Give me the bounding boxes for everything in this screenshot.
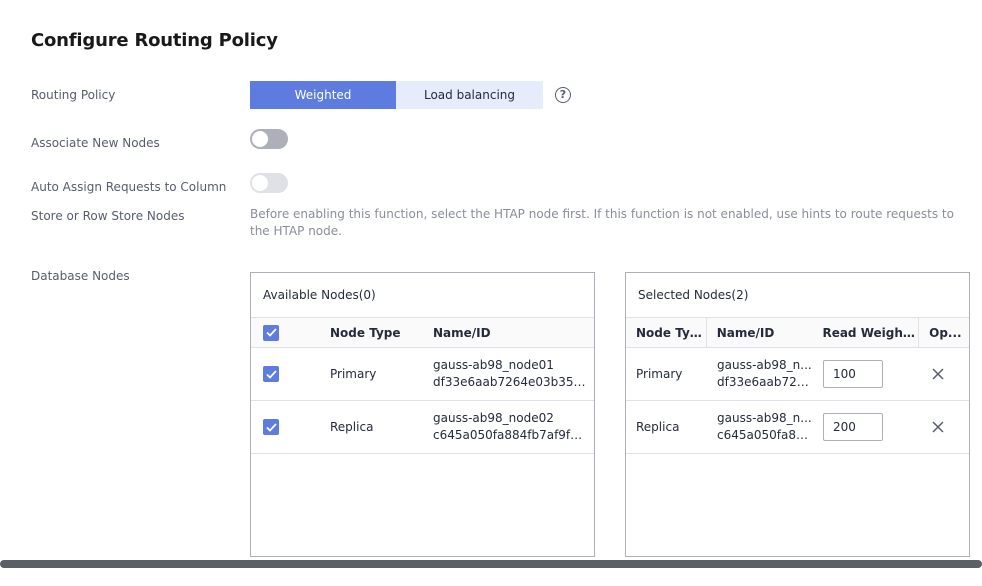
table-row[interactable]: Primary gauss-ab98_n... df33e6aab726... (626, 348, 969, 401)
checkmark-icon (265, 328, 277, 337)
node-type: Primary (636, 367, 683, 381)
checkmark-icon (265, 422, 277, 432)
node-id: c645a050fa884fb7af9f5de... (433, 428, 587, 442)
close-icon[interactable] (931, 420, 945, 434)
toggle-knob (252, 131, 268, 147)
node-id: df33e6aab7264e03b3591... (433, 375, 587, 389)
column-node-type: Node Type (636, 325, 706, 340)
column-node-type: Node Type (330, 325, 401, 340)
auto-assign-hint: Before enabling this function, select th… (250, 207, 954, 238)
page-title: Configure Routing Policy (31, 30, 278, 51)
node-id: c645a050fa88... (717, 428, 813, 442)
auto-assign-label-line2: Store or Row Store Nodes (31, 209, 185, 223)
node-type: Replica (636, 420, 680, 434)
node-type: Primary (330, 367, 377, 381)
row-checkbox[interactable] (263, 419, 279, 435)
node-name: gauss-ab98_node01 (433, 358, 554, 372)
node-id: df33e6aab726... (717, 375, 813, 389)
checkmark-icon (265, 369, 277, 379)
close-icon[interactable] (931, 367, 945, 381)
select-all-checkbox[interactable] (263, 324, 279, 341)
node-name: gauss-ab98_n... (717, 411, 812, 425)
associate-new-nodes-toggle[interactable] (250, 129, 288, 149)
read-weight-input[interactable] (823, 413, 883, 441)
selected-table-header: Node Type Name/ID Read Weight... Op... (626, 317, 969, 348)
available-table-header: Node Type Name/ID (251, 318, 594, 348)
available-nodes-panel: Available Nodes(0) Node Type Name/ID Pri… (250, 272, 595, 557)
column-name-id: Name/ID (716, 325, 775, 340)
column-operation: Op... (929, 325, 962, 340)
table-row[interactable]: Replica gauss-ab98_n... c645a050fa88... (626, 401, 969, 454)
selected-nodes-panel: Selected Nodes(2) Node Type Name/ID Read… (625, 272, 970, 557)
available-nodes-title: Available Nodes(0) (251, 273, 594, 318)
table-row[interactable]: Primary gauss-ab98_node01 df33e6aab7264e… (251, 348, 594, 401)
database-nodes-label: Database Nodes (31, 269, 130, 283)
weighted-option[interactable]: Weighted (250, 81, 396, 109)
column-read-weight: Read Weight... (822, 325, 919, 340)
auto-assign-toggle[interactable] (250, 173, 288, 193)
routing-policy-label: Routing Policy (31, 88, 116, 102)
selected-nodes-title: Selected Nodes(2) (626, 273, 969, 318)
help-icon[interactable]: ? (555, 87, 571, 103)
column-name-id: Name/ID (433, 325, 491, 340)
auto-assign-label-line1: Auto Assign Requests to Column (31, 180, 227, 194)
toggle-knob (252, 175, 268, 191)
table-row[interactable]: Replica gauss-ab98_node02 c645a050fa884f… (251, 401, 594, 454)
associate-new-nodes-label: Associate New Nodes (31, 136, 160, 150)
row-checkbox[interactable] (263, 366, 279, 382)
load-balancing-option[interactable]: Load balancing (396, 81, 543, 109)
node-type: Replica (330, 420, 374, 434)
horizontal-scrollbar[interactable] (0, 560, 982, 568)
node-name: gauss-ab98_node02 (433, 411, 554, 425)
node-name: gauss-ab98_n... (717, 358, 812, 372)
read-weight-input[interactable] (823, 360, 883, 388)
routing-policy-segmented: Weighted Load balancing (250, 81, 543, 109)
